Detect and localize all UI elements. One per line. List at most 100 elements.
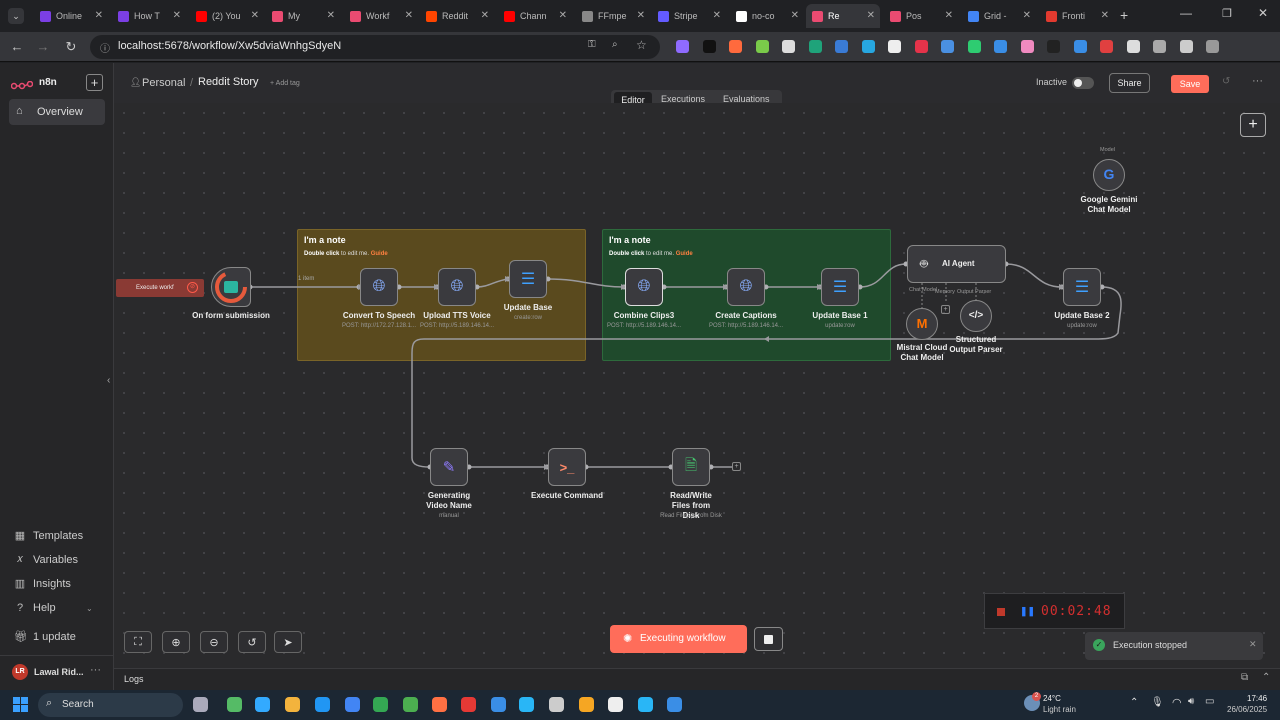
- browser-tab[interactable]: How T ✕: [112, 4, 186, 28]
- bookmark-star-icon[interactable]: ☆: [636, 38, 647, 52]
- forward-icon[interactable]: →: [34, 39, 52, 54]
- sidebar-item-insights[interactable]: ▥ Insights: [14, 577, 71, 591]
- logs-popout-icon[interactable]: ⧉: [1241, 672, 1248, 683]
- key-icon[interactable]: ⚿: [588, 39, 596, 50]
- zoom-out-button[interactable]: ⊖: [200, 631, 228, 653]
- execute-command-node[interactable]: >_: [548, 448, 586, 486]
- active-toggle[interactable]: [1072, 77, 1094, 89]
- fit-view-button[interactable]: ⛶: [124, 631, 152, 653]
- upload-tts-voice-node[interactable]: 🌐︎: [438, 268, 476, 306]
- combine-clips-node[interactable]: 🌐︎: [625, 268, 663, 306]
- browser-tab[interactable]: Grid - ✕: [962, 4, 1036, 28]
- add-node-button[interactable]: +: [732, 462, 741, 471]
- zoom-in-button[interactable]: ⊕: [162, 631, 190, 653]
- close-window-button[interactable]: ✕: [1258, 6, 1268, 20]
- extension-icon[interactable]: [1153, 40, 1166, 53]
- more-options-icon[interactable]: ···: [1252, 75, 1263, 87]
- site-info-icon[interactable]: ⓘ: [100, 40, 110, 55]
- taskbar-app-icon[interactable]: [579, 697, 594, 712]
- taskbar-app-icon[interactable]: [638, 697, 653, 712]
- taskbar-app-icon[interactable]: [285, 697, 300, 712]
- toast-close-icon[interactable]: ✕: [1249, 639, 1257, 650]
- collapse-sidebar-icon[interactable]: ‹: [107, 375, 110, 386]
- browser-tab[interactable]: Pos ✕: [884, 4, 958, 28]
- browser-tab[interactable]: My ✕: [266, 4, 340, 28]
- trigger-node[interactable]: [211, 267, 251, 307]
- convert-to-speech-node[interactable]: 🌐︎: [360, 268, 398, 306]
- logs-expand-icon[interactable]: ⌃: [1262, 672, 1270, 683]
- history-icon[interactable]: ↺: [1222, 76, 1230, 87]
- battery-icon[interactable]: ▭: [1205, 696, 1214, 707]
- tab-close-icon[interactable]: ✕: [251, 10, 259, 21]
- extension-icon[interactable]: [1073, 40, 1087, 53]
- sidebar-item-help[interactable]: ? Help ⌄: [14, 602, 93, 614]
- save-button[interactable]: Save: [1171, 75, 1209, 93]
- taskbar-app-icon[interactable]: [667, 697, 682, 712]
- open-nodes-panel-button[interactable]: +: [1240, 113, 1266, 137]
- extension-icon[interactable]: [808, 40, 822, 53]
- update-base-node[interactable]: ☰: [509, 260, 547, 298]
- microphone-icon[interactable]: 🎙︎: [1151, 697, 1164, 708]
- workflow-canvas[interactable]: I'm a note Double click to edit me. Guid…: [107, 103, 1280, 668]
- taskbar-app-icon[interactable]: [345, 697, 360, 712]
- browser-tab[interactable]: (2) You ✕: [190, 4, 264, 28]
- browser-tab[interactable]: Fronti ✕: [1040, 4, 1114, 28]
- extension-icon[interactable]: [1047, 40, 1060, 53]
- tab-close-icon[interactable]: ✕: [95, 10, 103, 21]
- taskbar-app-icon[interactable]: [255, 697, 270, 712]
- extension-icon[interactable]: [755, 40, 769, 53]
- reload-icon[interactable]: ↻: [62, 39, 80, 55]
- browser-tab[interactable]: no-co ✕: [730, 4, 804, 28]
- taskbar-app-icon[interactable]: [373, 697, 388, 712]
- address-bar[interactable]: ⓘ localhost:5678/workflow/Xw5dviaWnhgSdy…: [90, 35, 660, 59]
- stop-execution-button[interactable]: [754, 627, 783, 651]
- tab-search-icon[interactable]: ⌄: [8, 8, 24, 24]
- taskbar-app-icon[interactable]: [432, 697, 447, 712]
- workflow-title[interactable]: Reddit Story: [198, 76, 259, 88]
- zoom-icon[interactable]: ⌕: [612, 39, 618, 50]
- taskbar-app-icon[interactable]: [461, 697, 476, 712]
- add-memory-button[interactable]: +: [941, 305, 950, 314]
- browser-tab[interactable]: FFmpe ✕: [576, 4, 650, 28]
- gemini-chat-model-node[interactable]: G: [1093, 159, 1125, 191]
- browser-tab[interactable]: Online ✕: [34, 4, 108, 28]
- sidebar-item-variables[interactable]: 𝑥 Variables: [14, 553, 78, 566]
- extension-icon[interactable]: [914, 40, 928, 53]
- taskbar-app-icon[interactable]: [315, 697, 330, 712]
- extension-icon[interactable]: [702, 40, 716, 53]
- executing-workflow-button[interactable]: ✺ Executing workflow: [610, 625, 747, 653]
- browser-tab[interactable]: Stripe ✕: [652, 4, 726, 28]
- sidebar-item-templates[interactable]: ▦ Templates: [14, 529, 83, 543]
- extension-icon[interactable]: [1179, 40, 1193, 53]
- taskbar-search[interactable]: ⌕ Search: [38, 693, 183, 717]
- add-tag-link[interactable]: + Add tag: [270, 80, 300, 87]
- taskbar-app-icon[interactable]: [549, 697, 564, 712]
- clock-date[interactable]: 26/06/2025: [1227, 705, 1267, 714]
- taskbar-app-icon[interactable]: [519, 697, 534, 712]
- tab-close-icon[interactable]: ✕: [559, 10, 567, 21]
- tab-close-icon[interactable]: ✕: [173, 10, 181, 21]
- extension-icon[interactable]: [1206, 40, 1219, 53]
- sidebar-item-update[interactable]: 🎁︎ 1 update: [14, 630, 76, 644]
- browser-tab[interactable]: Re ✕: [806, 4, 880, 28]
- share-button[interactable]: Share: [1109, 73, 1150, 93]
- extension-icon[interactable]: [729, 40, 742, 53]
- logs-panel-bar[interactable]: Logs ⧉ ⌃: [114, 668, 1280, 690]
- breadcrumb-project[interactable]: Personal: [142, 77, 185, 89]
- taskbar-app-icon[interactable]: [227, 697, 242, 712]
- user-menu-icon[interactable]: ···: [90, 664, 101, 676]
- windows-start-icon[interactable]: [13, 697, 29, 713]
- clock-time[interactable]: 17:46: [1247, 694, 1267, 703]
- new-tab-button[interactable]: +: [1120, 7, 1128, 23]
- extension-icon[interactable]: [941, 40, 954, 53]
- browser-tab[interactable]: Chann ✕: [498, 4, 572, 28]
- tab-close-icon[interactable]: ✕: [791, 10, 799, 21]
- create-captions-node[interactable]: 🌐︎: [727, 268, 765, 306]
- extension-icon[interactable]: [967, 40, 981, 53]
- tab-close-icon[interactable]: ✕: [327, 10, 335, 21]
- wifi-icon[interactable]: ◠: [1172, 696, 1182, 709]
- tray-chevron-icon[interactable]: ⌃: [1130, 697, 1138, 708]
- tidy-up-button[interactable]: ➤: [274, 631, 302, 653]
- restore-button[interactable]: ❐: [1222, 7, 1232, 20]
- minimize-button[interactable]: —: [1180, 6, 1192, 20]
